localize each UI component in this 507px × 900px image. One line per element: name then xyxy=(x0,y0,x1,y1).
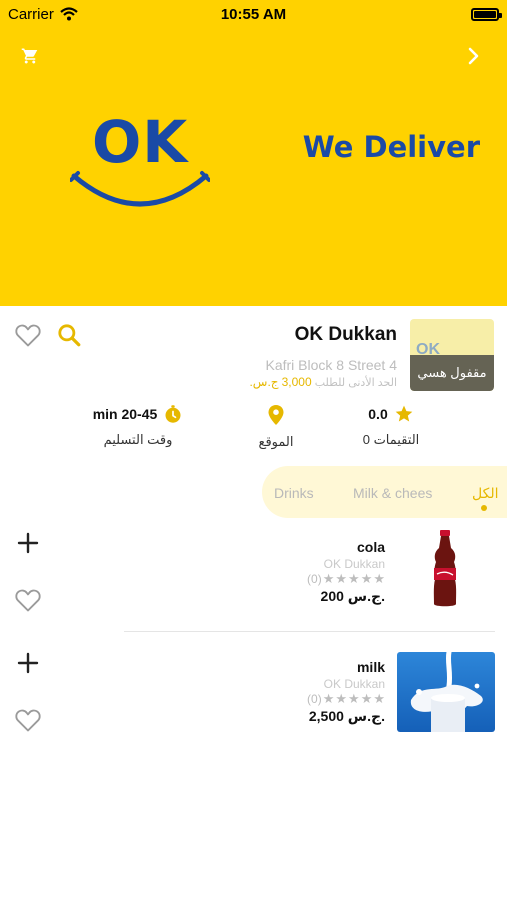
product-store: OK Dukkan xyxy=(323,677,385,691)
ok-logo: OK xyxy=(70,108,210,218)
min-order: الحد الأدنى للطلب 3,000 ج.س. xyxy=(249,375,397,389)
add-to-cart-plus-icon[interactable] xyxy=(16,531,40,555)
store-name: OK Dukkan xyxy=(294,324,397,345)
cola-bottle-image xyxy=(396,528,494,608)
star-icon: ★ xyxy=(322,691,335,706)
star-icon: ★ xyxy=(335,571,348,586)
star-icon: ★ xyxy=(373,691,385,706)
delivery-time-info: min 20-45 وقت التسليم xyxy=(86,404,190,448)
logo-text: OK xyxy=(92,108,189,176)
product-item-cola[interactable]: cola OK Dukkan (0) ★ ★ ★ ★ ★ 200 ج.س. xyxy=(0,524,507,634)
star-icon: ★ xyxy=(348,571,360,586)
star-icon: ★ xyxy=(360,571,373,586)
rating-label: 0 التقيمات xyxy=(362,432,420,447)
delivery-time-value: min 20-45 xyxy=(92,406,158,422)
product-favorite-heart-icon[interactable] xyxy=(14,707,44,735)
store-header: OK Dukkan Kafri Block 8 Street 4 الحد ال… xyxy=(0,306,507,396)
min-order-label: الحد الأدنى للطلب xyxy=(314,377,397,389)
product-name: milk xyxy=(356,659,385,675)
smile-icon xyxy=(70,171,210,207)
product-divider xyxy=(124,631,495,632)
star-icon: ★ xyxy=(373,571,385,586)
delivery-time-label: وقت التسليم xyxy=(103,432,173,447)
stopwatch-icon xyxy=(165,405,181,423)
rating-count: (0) xyxy=(307,692,322,706)
store-address: Kafri Block 8 Street 4 xyxy=(265,357,397,373)
product-store: OK Dukkan xyxy=(323,557,385,571)
rating-count: (0) xyxy=(307,572,322,586)
product-price: 2,500 ج.س. xyxy=(308,708,385,724)
search-icon[interactable] xyxy=(56,322,82,348)
product-item-milk[interactable]: milk OK Dukkan (0) ★ ★ ★ ★ ★ 2,500 ج.س. xyxy=(0,644,507,754)
tab-drinks[interactable]: Drinks xyxy=(274,485,314,501)
milk-glass-image xyxy=(397,652,495,732)
rating-value: 0.0 xyxy=(368,406,388,422)
star-icon: ★ xyxy=(348,691,360,706)
product-price: 200 ج.س. xyxy=(320,588,385,604)
store-banner: OK We Deliver xyxy=(0,0,507,306)
product-rating: (0) ★ ★ ★ ★ ★ xyxy=(307,571,385,587)
star-icon xyxy=(395,405,413,422)
rating-info: 0.0 0 التقيمات xyxy=(358,404,424,448)
banner-tagline: We Deliver xyxy=(302,130,480,164)
status-time: 10:55 AM xyxy=(220,5,287,23)
store-closed-badge: مقفول هسي xyxy=(410,355,494,391)
active-tab-indicator xyxy=(481,505,487,511)
min-order-amount: 3,000 xyxy=(281,375,312,389)
star-icon: ★ xyxy=(360,691,373,706)
category-tabs: Drinks Milk & chees الكل xyxy=(262,466,507,518)
star-icon: ★ xyxy=(335,691,348,706)
status-bar: Carrier 10:55 AM xyxy=(0,0,507,28)
forward-chevron-icon[interactable] xyxy=(461,44,485,68)
product-rating: (0) ★ ★ ★ ★ ★ xyxy=(307,691,385,707)
tab-milk-cheese[interactable]: Milk & chees xyxy=(353,485,432,501)
tab-all[interactable]: الكل xyxy=(472,485,499,502)
product-name: cola xyxy=(356,539,385,555)
location-info[interactable]: الموقع xyxy=(244,404,308,450)
add-to-cart-plus-icon[interactable] xyxy=(16,651,40,675)
location-pin-icon xyxy=(268,405,284,425)
star-icon: ★ xyxy=(322,571,335,586)
location-label: الموقع xyxy=(258,434,294,449)
store-thumbnail: OK مقفول هسي xyxy=(410,319,494,391)
store-favorite-heart-icon[interactable] xyxy=(14,322,44,350)
min-order-currency: ج.س. xyxy=(249,375,279,389)
store-info-row: min 20-45 وقت التسليم الموقع 0.0 0 التقي… xyxy=(0,396,507,456)
product-favorite-heart-icon[interactable] xyxy=(14,587,44,615)
battery-icon xyxy=(471,7,502,21)
cart-icon[interactable] xyxy=(18,44,42,68)
